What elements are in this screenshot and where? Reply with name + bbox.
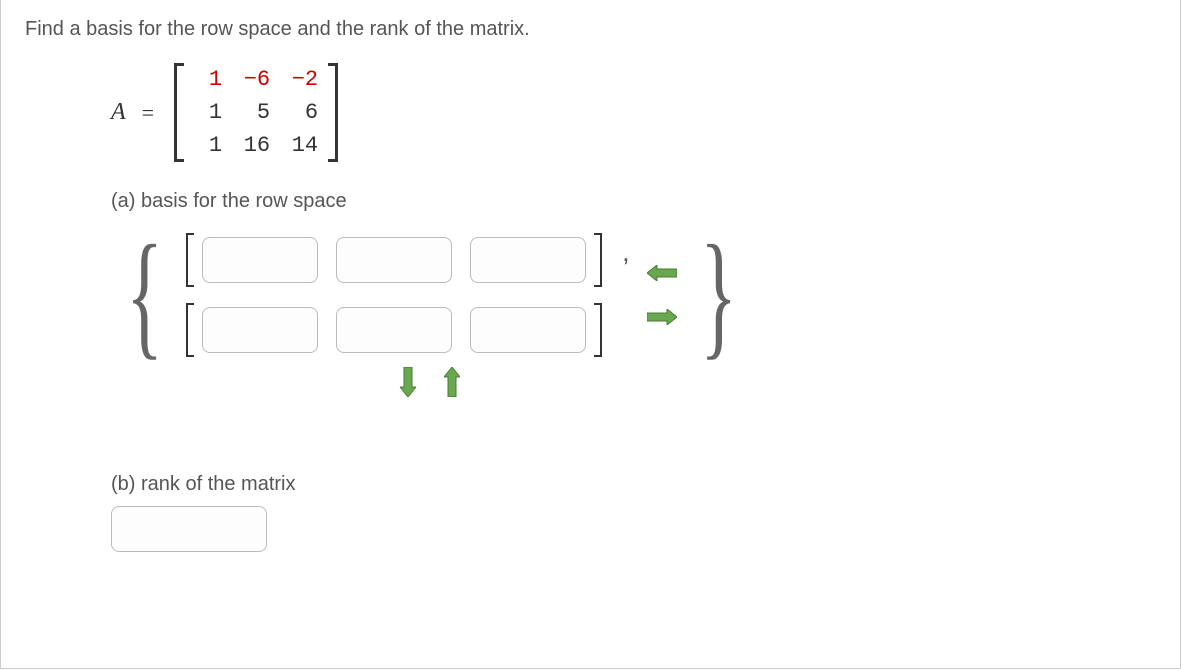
vector-right-bracket xyxy=(594,303,604,357)
matrix-cell: −6 xyxy=(232,63,280,96)
basis-answer-block: { , xyxy=(111,233,1180,357)
matrix-variable: A xyxy=(111,99,126,126)
basis-vector-row: , xyxy=(184,233,629,287)
basis-input[interactable] xyxy=(336,307,452,353)
matrix-brackets: 1 −6 −2 1 5 6 1 16 14 xyxy=(170,63,342,162)
matrix-cell: 1 xyxy=(184,129,232,162)
matrix-cell: 5 xyxy=(232,96,280,129)
row-adjust-controls xyxy=(391,371,1180,393)
question-container: Find a basis for the row space and the r… xyxy=(0,0,1181,669)
remove-row-button[interactable] xyxy=(435,371,469,393)
left-bracket xyxy=(170,63,184,162)
matrix-table: 1 −6 −2 1 5 6 1 16 14 xyxy=(184,63,328,162)
question-text: Find a basis for the row space and the r… xyxy=(1,0,1180,41)
vector-left-bracket xyxy=(184,233,194,287)
basis-vector-row xyxy=(184,303,629,357)
matrix-cell: 14 xyxy=(280,129,328,162)
vector-right-bracket xyxy=(594,233,604,287)
basis-input[interactable] xyxy=(470,307,586,353)
matrix-definition: A = 1 −6 −2 1 5 6 1 xyxy=(111,63,1180,162)
basis-input[interactable] xyxy=(336,237,452,283)
left-curly-brace: { xyxy=(126,240,163,350)
part-a-label: (a) basis for the row space xyxy=(111,190,1180,213)
equals-sign: = xyxy=(142,100,154,126)
matrix-cell: 1 xyxy=(184,96,232,129)
vector-separator: , xyxy=(622,237,629,268)
rank-input[interactable] xyxy=(111,506,267,552)
matrix-cell: 1 xyxy=(184,63,232,96)
part-b-label: (b) rank of the matrix xyxy=(111,473,1180,496)
basis-input[interactable] xyxy=(470,237,586,283)
add-column-button[interactable] xyxy=(645,306,679,328)
basis-input[interactable] xyxy=(202,307,318,353)
right-bracket xyxy=(328,63,342,162)
matrix-cell: 16 xyxy=(232,129,280,162)
column-adjust-controls xyxy=(645,262,679,328)
matrix-cell: 6 xyxy=(280,96,328,129)
matrix-cell: −2 xyxy=(280,63,328,96)
right-curly-brace: } xyxy=(701,240,738,350)
remove-column-button[interactable] xyxy=(645,262,679,284)
add-row-button[interactable] xyxy=(391,371,425,393)
vector-left-bracket xyxy=(184,303,194,357)
basis-input[interactable] xyxy=(202,237,318,283)
